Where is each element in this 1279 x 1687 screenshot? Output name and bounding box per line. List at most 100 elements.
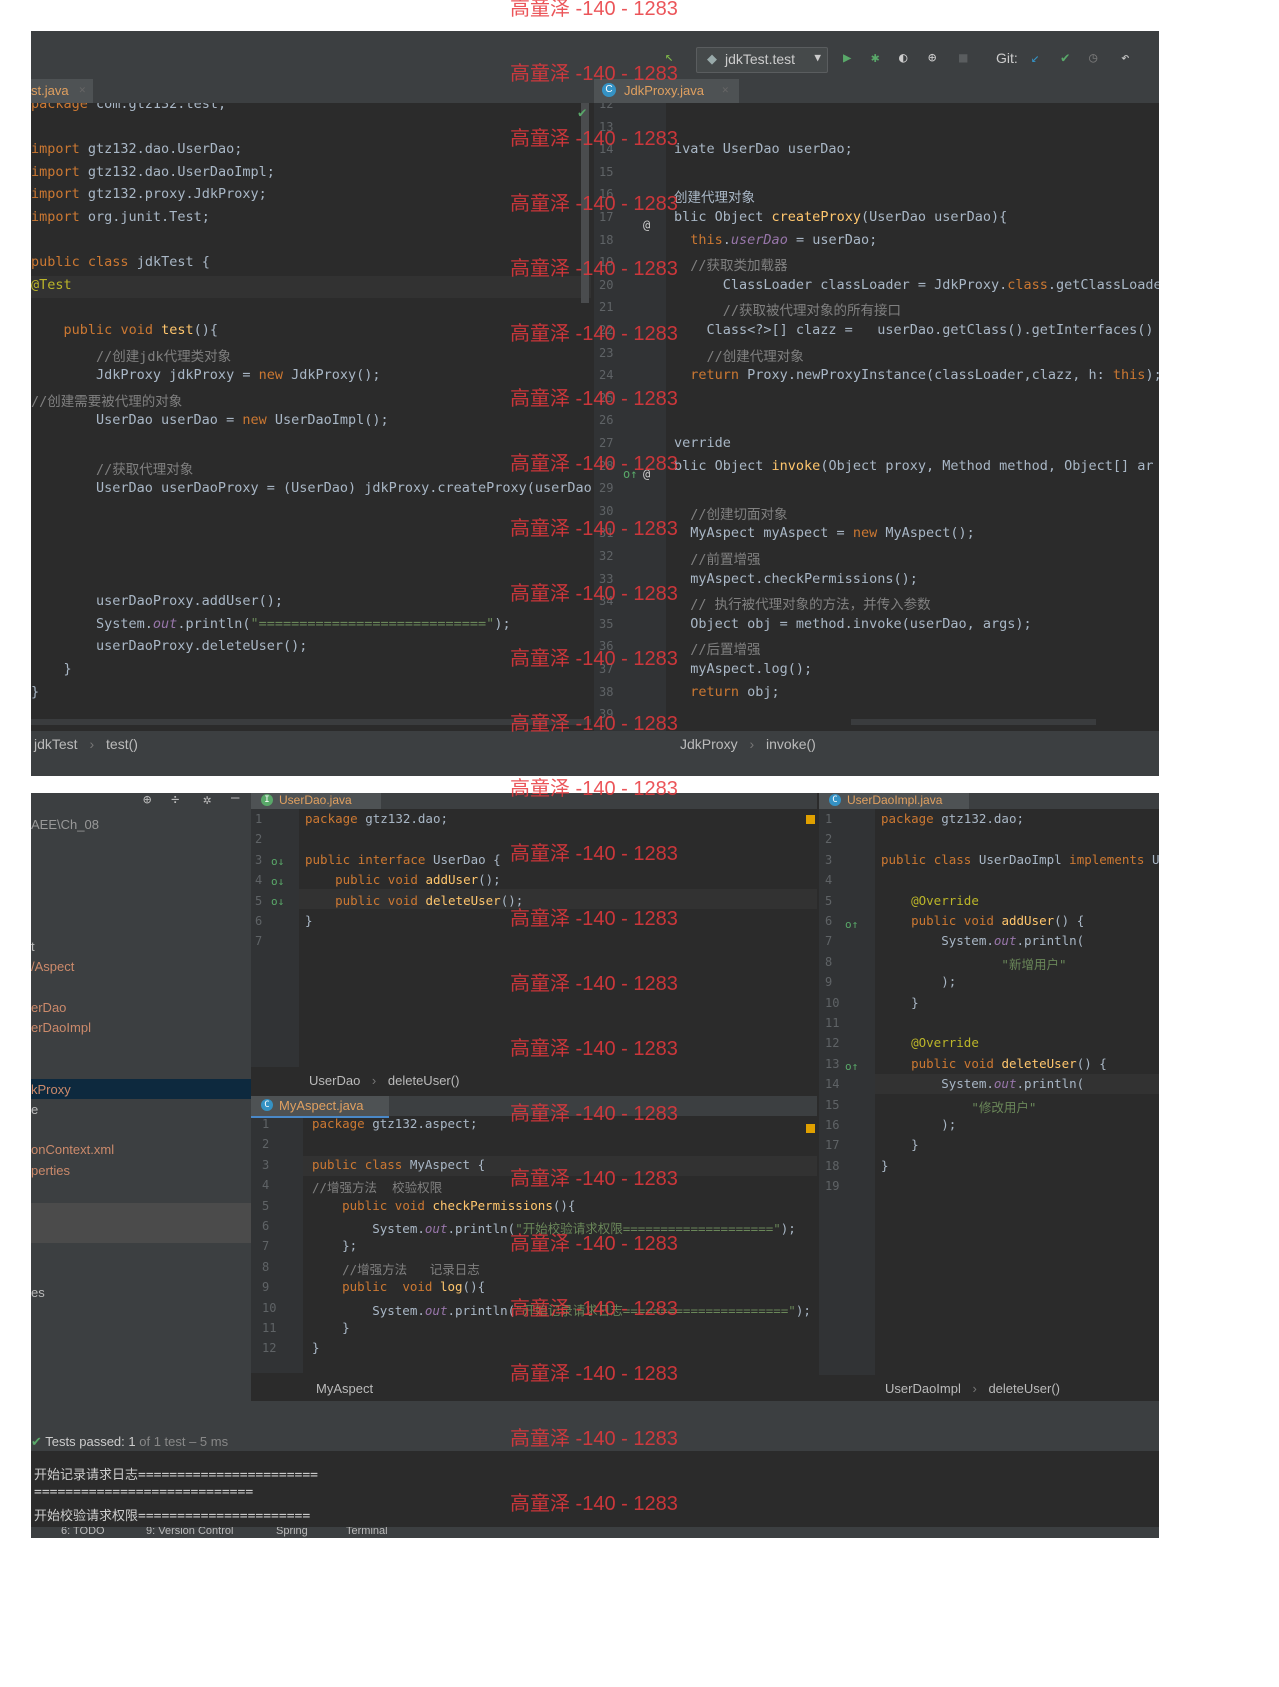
- code-line: //创建jdk代理类对象: [96, 348, 232, 365]
- userdaoimpl-tab[interactable]: C UserDaoImpl.java: [819, 793, 969, 809]
- line-number: 17: [825, 1138, 840, 1153]
- code-line: package gtz132.dao;: [305, 811, 448, 826]
- close-icon[interactable]: ✕: [79, 83, 86, 96]
- watermark-text: 高童泽 -140 - 1283: [510, 1363, 678, 1385]
- code-line: }: [31, 683, 40, 700]
- gear-icon[interactable]: ✲: [203, 793, 211, 808]
- code-line: @Test: [31, 276, 72, 293]
- implemented-icon: o↓: [271, 875, 285, 888]
- code-line: "修改用户": [971, 1099, 1037, 1115]
- tree-item[interactable]: erDaoImpl: [31, 1020, 91, 1035]
- watermark-text: 高童泽 -140 - 1283: [510, 843, 678, 865]
- code-line: JdkProxy jdkProxy = new JdkProxy();: [31, 367, 381, 384]
- breadcrumb: UserDao › deleteUser(): [309, 1073, 460, 1088]
- code-line: System.out.println(: [881, 933, 1085, 949]
- code-line: public void addUser() {: [911, 913, 1085, 928]
- project-sidebar: [31, 793, 251, 1405]
- tool-window-spring[interactable]: Spring: [276, 1527, 308, 1537]
- watermark-text: 高童泽 -140 - 1283: [510, 323, 678, 345]
- left-tab[interactable]: st.java ✕: [31, 79, 93, 103]
- tree-item[interactable]: es: [31, 1285, 45, 1300]
- left-editor[interactable]: package com.gtz132.test; import gtz132.da…: [31, 103, 591, 737]
- line-number: 14: [825, 1077, 840, 1092]
- line-number: 12: [262, 1341, 277, 1356]
- profile-icon[interactable]: ⊕: [928, 50, 936, 66]
- coverage-icon[interactable]: ◐: [899, 50, 907, 66]
- tree-item[interactable]: onContext.xml: [31, 1142, 114, 1157]
- tool-window-terminal[interactable]: Terminal: [346, 1527, 388, 1537]
- breadcrumb-item[interactable]: test(): [106, 736, 138, 752]
- breadcrumb-item[interactable]: MyAspect: [316, 1381, 373, 1396]
- horizontal-scrollbar[interactable]: [31, 719, 591, 725]
- close-icon[interactable]: ✕: [722, 83, 729, 96]
- breadcrumb-bar: [31, 731, 1159, 776]
- override-icon: @: [643, 218, 651, 232]
- userdao-tab[interactable]: I UserDao.java: [251, 793, 381, 809]
- tests-detail: of 1 test – 5 ms: [139, 1434, 229, 1449]
- code-line: this.userDao = userDao;: [690, 231, 878, 248]
- tool-window-todo[interactable]: 6: TODO: [61, 1527, 105, 1537]
- code-line: );: [881, 974, 957, 990]
- line-number: 18: [825, 1158, 840, 1173]
- code-line: System.out.println(: [881, 1076, 1085, 1092]
- line-number: 6: [255, 914, 263, 928]
- watermark-text: 高童泽 -140 - 1283: [510, 1298, 678, 1320]
- breadcrumb-item[interactable]: UserDaoImpl: [885, 1381, 961, 1396]
- breadcrumb-item[interactable]: JdkProxy: [680, 736, 738, 752]
- left-tab-label: st.java: [31, 83, 69, 98]
- myaspect-tab[interactable]: C MyAspect.java: [251, 1096, 389, 1118]
- code-line: blic Object createProxy(UserDao userDao)…: [674, 209, 1008, 225]
- tree-item[interactable]: /Aspect: [31, 959, 74, 974]
- watermark-text: 高童泽 -140 - 1283: [510, 453, 678, 475]
- git-update-icon[interactable]: ↙: [1031, 50, 1039, 66]
- run-icon[interactable]: ▶: [843, 50, 851, 66]
- code-line: System.out.println("====================…: [31, 615, 511, 632]
- tool-window-vcs[interactable]: 9: Version Control: [146, 1527, 233, 1537]
- code-line: import gtz132.dao.UserDaoImpl;: [31, 163, 275, 180]
- history-icon[interactable]: ◷: [1089, 50, 1097, 66]
- stop-icon[interactable]: ■: [959, 50, 967, 66]
- class-icon: C: [261, 1099, 273, 1111]
- breadcrumb-item[interactable]: jdkTest: [34, 736, 78, 752]
- breadcrumb-item[interactable]: UserDao: [309, 1073, 360, 1088]
- watermark-text: 高童泽 -140 - 1283: [510, 128, 678, 150]
- project-path[interactable]: AEE\Ch_08: [31, 817, 99, 832]
- gutter: [251, 1118, 303, 1373]
- tree-item[interactable]: erDao: [31, 1000, 66, 1015]
- code-line: );: [881, 1117, 957, 1132]
- output-line: 开始记录请求日志=======================: [34, 1468, 319, 1483]
- target-icon[interactable]: ⊕: [143, 793, 151, 808]
- code-line: //后置增强: [690, 642, 761, 659]
- breadcrumb-item[interactable]: deleteUser(): [388, 1073, 460, 1088]
- tree-item[interactable]: perties: [31, 1163, 70, 1178]
- code-line: "新增用户": [1001, 956, 1067, 972]
- horizontal-scrollbar[interactable]: [851, 719, 1096, 725]
- userdaoimpl-editor[interactable]: 1 package gtz132.dao; 2 3 public class UserD…: [819, 809, 1159, 1375]
- breadcrumb-item[interactable]: invoke(): [766, 736, 816, 752]
- code-line: }: [881, 1157, 889, 1173]
- line-number: 9: [825, 975, 833, 990]
- implements-icon: o↑: [845, 1060, 859, 1073]
- current-line-highlight: [31, 276, 591, 298]
- hide-icon[interactable]: —: [231, 793, 239, 806]
- rollback-icon[interactable]: ↶: [1121, 50, 1129, 66]
- run-config-select[interactable]: ◆ jdkTest.test ▼: [696, 47, 828, 73]
- tree-item[interactable]: kProxy: [31, 1082, 71, 1097]
- git-commit-icon[interactable]: ✔: [1061, 50, 1069, 66]
- debug-icon[interactable]: ✱: [871, 50, 879, 66]
- watermark-text: 高童泽 -140 - 1283: [510, 583, 678, 605]
- collapse-icon[interactable]: ÷: [171, 793, 179, 808]
- line-number: 8: [825, 954, 833, 969]
- right-editor[interactable]: 12 13 14 ivate UserDao userDao; 15 16 创建代理对象 17…: [594, 103, 1159, 737]
- code-line: public void deleteUser();: [335, 892, 524, 908]
- line-number: 21: [599, 300, 614, 315]
- code-line: return Proxy.newProxyInstance(classLoade…: [690, 367, 1159, 384]
- watermark-text: 高童泽 -140 - 1283: [510, 518, 678, 540]
- breadcrumb-item[interactable]: deleteUser(): [988, 1381, 1060, 1396]
- tree-item[interactable]: t: [31, 939, 35, 954]
- code-line: import gtz132.dao.UserDao;: [31, 141, 243, 158]
- line-number: 2: [825, 832, 833, 847]
- chevron-down-icon: ▼: [814, 51, 821, 64]
- tree-item[interactable]: e: [31, 1102, 38, 1117]
- breadcrumb: jdkTest › test(): [34, 736, 138, 752]
